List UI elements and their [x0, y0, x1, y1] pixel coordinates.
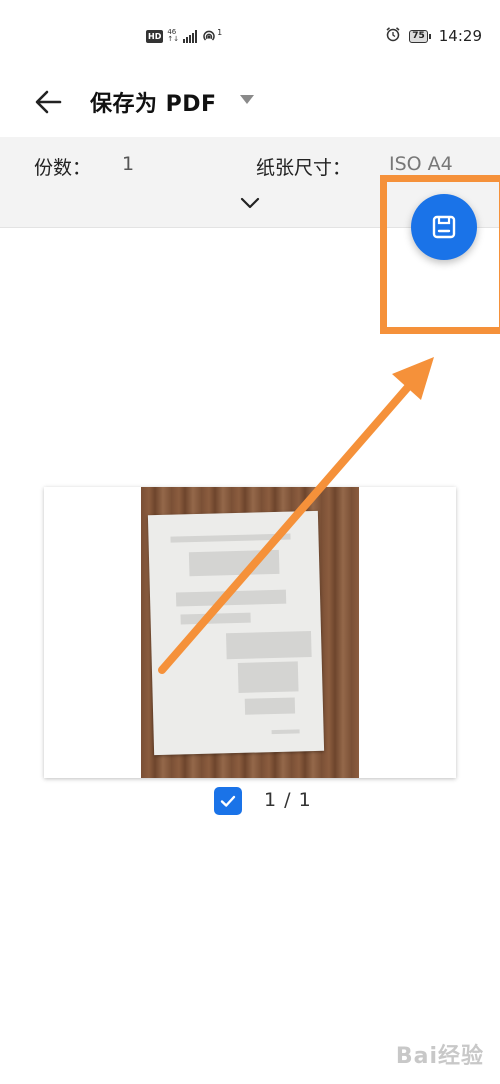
document-photo — [141, 487, 359, 778]
network-type: 46 ↑↓ — [167, 29, 179, 43]
network-activity: ↑↓ — [167, 35, 180, 43]
page-preview[interactable] — [44, 487, 456, 778]
app-bar: 保存为 PDF — [0, 70, 500, 136]
battery-level: 75 — [409, 29, 428, 43]
status-right: 75 14:29 — [385, 26, 482, 46]
paper-size-value[interactable]: ISO A4 — [389, 153, 453, 175]
annotation-highlight-box — [380, 175, 500, 334]
back-arrow-icon — [35, 90, 62, 114]
clock: 14:29 — [438, 27, 482, 45]
copies-label: 份数： — [34, 157, 92, 179]
battery-icon: 75 — [409, 29, 431, 43]
paper-size-label: 纸张尺寸： — [256, 157, 352, 179]
page-select-checkbox[interactable] — [214, 787, 242, 815]
alarm-icon — [385, 26, 401, 46]
checkmark-icon — [220, 795, 236, 807]
hotspot-icon: 1 — [201, 28, 222, 44]
chevron-down-icon — [240, 197, 260, 209]
hotspot-count: 1 — [217, 28, 223, 37]
page-counter: 1 / 1 — [264, 789, 312, 811]
watermark-logo: Bai经验 — [395, 1044, 484, 1069]
copies-value[interactable]: 1 — [122, 153, 134, 175]
status-bar: HD 46 ↑↓ 1 75 14:29 — [0, 0, 500, 70]
signal-icon — [183, 29, 198, 43]
expand-settings-button[interactable] — [240, 195, 260, 214]
page-title[interactable]: 保存为 PDF — [90, 86, 217, 118]
status-left: HD 46 ↑↓ 1 — [146, 28, 222, 44]
back-button[interactable] — [30, 84, 66, 120]
paper-sheet — [147, 510, 325, 756]
printer-dropdown-icon[interactable] — [240, 95, 254, 104]
hd-badge: HD — [146, 29, 164, 43]
